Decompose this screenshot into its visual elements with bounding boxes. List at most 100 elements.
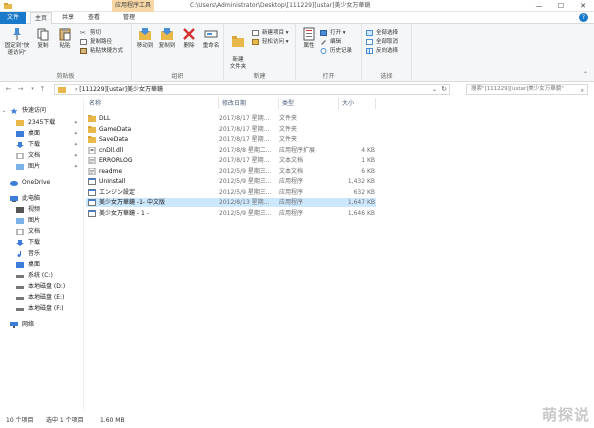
new-folder-button[interactable]: 新建 文件夹 [226, 27, 250, 71]
close-button[interactable]: ✕ [572, 0, 594, 12]
file-row[interactable]: cnDll.dll 2017/8/8 星期二... 应用程序扩展 4 KB [86, 146, 376, 155]
refresh-icon[interactable]: ↻ [441, 85, 447, 94]
paste-shortcut-icon [80, 48, 87, 54]
copy-path-button[interactable]: 复制路径 [80, 38, 112, 46]
pin-icon[interactable]: ✦ [74, 140, 78, 150]
delete-button[interactable]: 删除 [178, 27, 200, 50]
file-row[interactable]: エンジン設定 2012/5/9 星期三... 应用程序 632 KB [86, 188, 376, 197]
nav-this-pc[interactable]: 此电脑 [0, 194, 84, 204]
pin-icon[interactable]: ✦ [74, 151, 78, 161]
drive-icon [16, 275, 24, 278]
tab-manage[interactable]: 管理 [119, 12, 139, 24]
select-all-button[interactable]: 全部选择 [366, 29, 398, 37]
file-row[interactable]: ERRORLOG 2017/8/17 星期... 文本文档 1 KB [86, 156, 376, 165]
selection-size: 1.60 MB [100, 417, 125, 424]
paste-button[interactable]: 粘贴 [54, 27, 76, 50]
file-name: エンジン設定 [99, 188, 136, 196]
new-item-button[interactable]: 新建项目 ▾ [252, 29, 289, 37]
column-header-name[interactable]: 名称 [86, 98, 219, 109]
column-header-type[interactable]: 类型 [279, 98, 339, 109]
file-row[interactable]: DLL 2017/8/17 星期... 文件夹 [86, 114, 376, 123]
delete-icon [183, 28, 195, 40]
file-size: 1,647 KB [347, 199, 375, 206]
collapse-ribbon-icon[interactable]: ⌃ [583, 71, 588, 78]
tab-file[interactable]: 文件 [0, 12, 26, 24]
nav-item-pc-downloads[interactable]: 下载 [0, 238, 84, 248]
file-name: GameData [99, 125, 132, 133]
move-to-button[interactable]: 移动到 [134, 27, 156, 50]
breadcrumb[interactable]: › [111229][ustar]美少女万華鏡 [75, 85, 163, 94]
recent-locations-icon[interactable]: ▾ [28, 84, 37, 94]
file-row[interactable]: GameData 2017/8/17 星期... 文件夹 [86, 125, 376, 134]
file-type: 文件夹 [279, 125, 298, 133]
nav-item-videos[interactable]: 视频 [0, 205, 84, 215]
cut-button[interactable]: ✂ 剪切 [80, 29, 101, 37]
file-size: 4 KB [361, 146, 375, 154]
address-bar[interactable]: › [111229][ustar]美少女万華鏡 ⌄ ↻ [54, 84, 450, 95]
back-icon[interactable]: ← [4, 84, 13, 94]
column-headers: 名称 修改日期 类型 大小 [86, 98, 376, 109]
context-tab-app-tools[interactable]: 应用程序工具 [112, 0, 154, 12]
navigation-pane: ⌄ 快速访问 2345下载 ✦ 桌面 ✦ 下载 ✦ 文档 ✦ 图片 ✦ OneD… [0, 98, 84, 410]
nav-item-drive-d[interactable]: 本地磁盘 (D:) [0, 282, 84, 292]
nav-item-desktop[interactable]: 桌面 ✦ [0, 129, 84, 139]
nav-item-drive-c[interactable]: 系统 (C:) [0, 271, 84, 281]
file-row[interactable]: 美少女万華鏡 -1- 中文版 2012/8/13 星期... 应用程序 1,647 K… [86, 198, 376, 207]
new-folder-icon [232, 36, 244, 47]
nav-item-documents[interactable]: 文档 ✦ [0, 151, 84, 161]
nav-onedrive[interactable]: OneDrive [0, 178, 84, 188]
nav-item-music[interactable]: 音乐 [0, 249, 84, 259]
nav-item-2345-download[interactable]: 2345下载 ✦ [0, 118, 84, 128]
easy-access-button[interactable]: 轻松访问 ▾ [252, 38, 289, 46]
pin-icon[interactable]: ✦ [74, 162, 78, 172]
help-icon[interactable]: ? [579, 13, 588, 22]
nav-item-downloads[interactable]: 下载 ✦ [0, 140, 84, 150]
maximize-button[interactable]: ☐ [550, 0, 572, 12]
nav-item-pc-documents[interactable]: 文档 [0, 227, 84, 237]
nav-item-pictures[interactable]: 图片 ✦ [0, 162, 84, 172]
column-header-date[interactable]: 修改日期 [219, 98, 279, 109]
tab-view[interactable]: 查看 [84, 12, 104, 24]
rename-button[interactable]: 重命名 [200, 27, 222, 50]
open-icon [320, 30, 327, 36]
open-button[interactable]: 打开 ▾ [320, 29, 346, 37]
window-title: C:\Users\Administrator\Desktop\[111229][… [190, 2, 371, 9]
pin-icon[interactable]: ✦ [74, 118, 78, 128]
pin-quick-access-button[interactable]: 固定到"快速访问" [4, 27, 30, 57]
file-row[interactable]: readme 2012/5/9 星期三... 文本文档 6 KB [86, 167, 376, 176]
chevron-down-icon[interactable]: ⌄ [2, 106, 6, 116]
properties-button[interactable]: 属性 [298, 27, 320, 50]
file-row[interactable]: 美少女万華鏡 - 1 - 2012/5/9 星期三... 应用程序 1,646 KB [86, 209, 376, 218]
nav-item-drive-f[interactable]: 本地磁盘 (F:) [0, 304, 84, 314]
drive-icon [16, 297, 24, 300]
pin-icon[interactable]: ✦ [74, 129, 78, 139]
nav-network[interactable]: 网络 [0, 320, 84, 330]
file-date: 2017/8/17 星期... [219, 125, 270, 133]
up-icon[interactable]: ↑ [38, 84, 47, 94]
copy-to-button[interactable]: 复制到 [156, 27, 178, 50]
copy-button[interactable]: 复制 [32, 27, 54, 50]
file-row[interactable]: SaveData 2017/8/17 星期... 文件夹 [86, 135, 376, 144]
nav-item-pc-pictures[interactable]: 图片 [0, 216, 84, 226]
move-to-icon [139, 28, 151, 40]
select-none-button[interactable]: 全部取消 [366, 38, 398, 46]
paste-shortcut-button[interactable]: 粘贴快捷方式 [80, 47, 123, 55]
edit-button[interactable]: 编辑 [320, 38, 341, 46]
column-header-size[interactable]: 大小 [339, 98, 376, 109]
address-dropdown-icon[interactable]: ⌄ [432, 85, 437, 94]
open-group-label: 打开 [322, 73, 335, 80]
history-button[interactable]: 历史记录 [320, 47, 352, 55]
forward-icon[interactable]: → [16, 84, 25, 94]
minimize-button[interactable]: — [528, 0, 550, 12]
file-row[interactable]: UnInstall 2012/5/9 星期三... 应用程序 1,432 KB [86, 177, 376, 186]
nav-item-pc-desktop[interactable]: 桌面 [0, 260, 84, 270]
search-input[interactable]: 搜索"[111229][ustar]美少女万華鏡" ⌕ [466, 84, 588, 95]
tab-share[interactable]: 共享 [58, 12, 78, 24]
edit-icon [321, 40, 326, 45]
nav-quick-access[interactable]: ⌄ 快速访问 [0, 106, 84, 116]
nav-item-drive-e[interactable]: 本地磁盘 (E:) [0, 293, 84, 303]
file-name: SaveData [99, 136, 129, 143]
file-name: cnDll.dll [99, 146, 124, 154]
invert-selection-button[interactable]: 反向选择 [366, 47, 398, 55]
desktop-icon [16, 262, 24, 268]
